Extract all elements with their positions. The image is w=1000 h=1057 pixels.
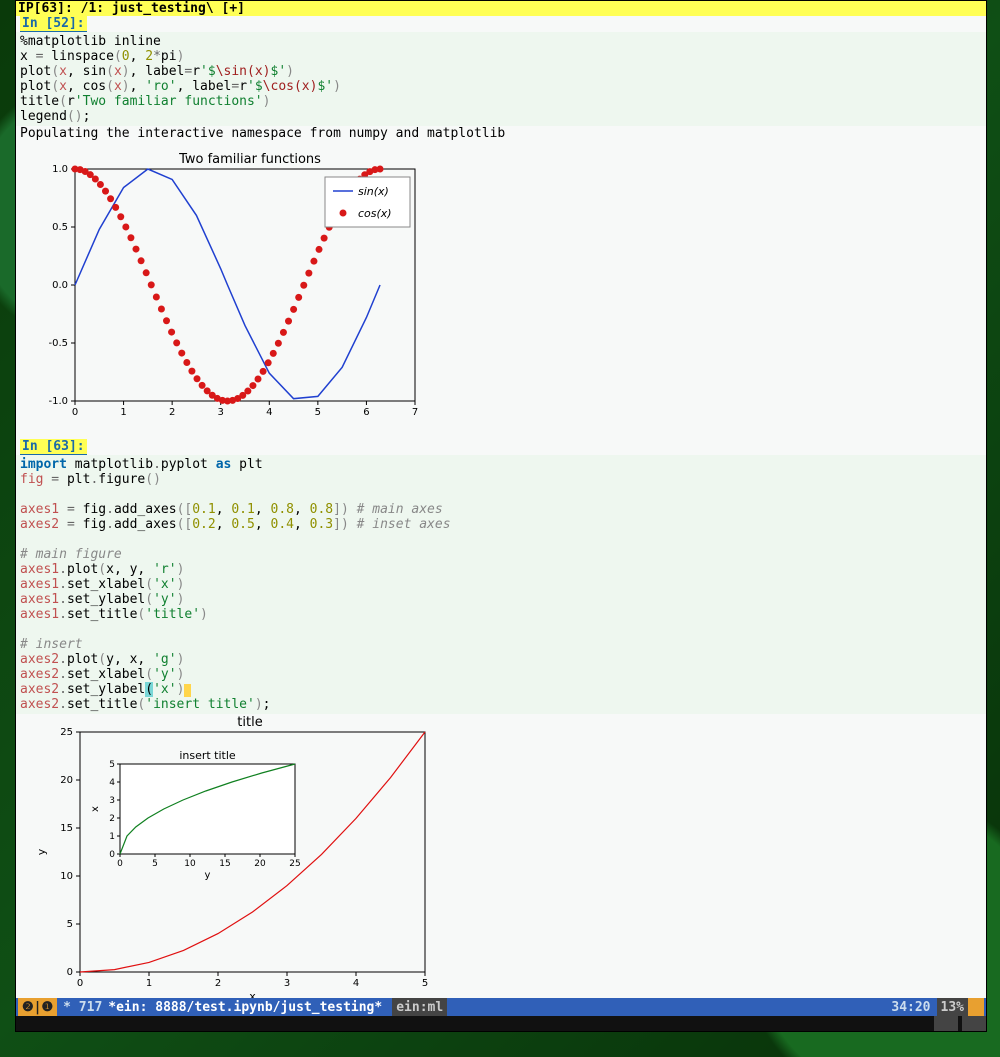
notebook-cell-2: In [63]: import matplotlib.pyplot as plt…: [16, 439, 986, 1007]
svg-text:25: 25: [60, 727, 73, 738]
svg-text:1: 1: [109, 832, 115, 842]
svg-text:20: 20: [254, 859, 266, 869]
svg-text:0: 0: [117, 859, 123, 869]
svg-text:1: 1: [146, 978, 152, 989]
modeline-end-cap: [968, 998, 984, 1016]
chart1-title: Two familiar functions: [178, 152, 321, 167]
text-cursor: [184, 684, 191, 697]
svg-text:5: 5: [422, 978, 428, 989]
svg-text:3: 3: [218, 407, 224, 418]
svg-text:-1.0: -1.0: [48, 396, 68, 407]
svg-text:5: 5: [109, 760, 115, 770]
modeline-cursor-pos: 34:20: [885, 1000, 936, 1015]
svg-text:6: 6: [363, 407, 369, 418]
notebook-cell-1: In [52]: %matplotlib inline x = linspace…: [16, 16, 986, 429]
svg-text:x: x: [90, 806, 101, 812]
svg-text:cos(x): cos(x): [358, 207, 392, 220]
svg-text:10: 10: [60, 871, 73, 882]
svg-text:15: 15: [60, 823, 73, 834]
svg-text:0: 0: [72, 407, 78, 418]
svg-text:7: 7: [412, 407, 418, 418]
svg-text:10: 10: [184, 859, 196, 869]
svg-text:25: 25: [289, 859, 300, 869]
stdout-1: Populating the interactive namespace fro…: [16, 126, 986, 141]
modeline-badge: ❷|❶: [18, 998, 57, 1016]
svg-text:3: 3: [284, 978, 290, 989]
svg-text:insert title: insert title: [179, 749, 236, 762]
svg-text:0.0: 0.0: [52, 280, 68, 291]
svg-text:20: 20: [60, 775, 73, 786]
svg-text:0: 0: [67, 967, 73, 978]
modeline: ❷|❶ * 717 *ein: 8888/test.ipynb/just_tes…: [16, 998, 986, 1016]
in-prompt-1: In [52]:: [20, 16, 87, 32]
svg-text:5: 5: [67, 919, 73, 930]
minibuffer-indicator-1: [934, 1016, 958, 1031]
svg-text:0: 0: [77, 978, 83, 989]
code-block-1[interactable]: %matplotlib inline x = linspace(0, 2*pi)…: [16, 32, 986, 126]
svg-text:4: 4: [109, 778, 115, 788]
modeline-modified: * 717: [57, 1000, 108, 1015]
svg-text:1: 1: [120, 407, 126, 418]
svg-text:5: 5: [152, 859, 158, 869]
in-prompt-2: In [63]:: [20, 439, 87, 455]
chart-two-familiar-functions: Two familiar functions 0 1 2 3 4 5 6 7 -1.0 -0.5 0…: [20, 149, 420, 421]
minibuffer-indicator-2: [962, 1016, 986, 1031]
editor-frame: IP[63]: /1: just_testing\ [+] In [52]: %…: [15, 0, 987, 1032]
tab-bar[interactable]: IP[63]: /1: just_testing\ [+]: [16, 1, 986, 16]
svg-text:3: 3: [109, 796, 115, 806]
paren-match-open: (: [145, 682, 153, 697]
svg-text:-0.5: -0.5: [48, 338, 68, 349]
svg-text:2: 2: [169, 407, 175, 418]
svg-text:4: 4: [353, 978, 359, 989]
minibuffer[interactable]: [16, 1016, 986, 1031]
modeline-mode: ein:ml: [392, 998, 447, 1016]
svg-text:y: y: [205, 870, 211, 881]
modeline-percent: 13%: [937, 998, 968, 1016]
svg-text:0.5: 0.5: [52, 222, 68, 233]
chart-title-with-inset: title 0123450510152025xy insert title051…: [20, 714, 440, 999]
svg-text:sin(x): sin(x): [358, 185, 389, 198]
svg-text:1.0: 1.0: [52, 164, 68, 175]
svg-text:y: y: [35, 848, 48, 855]
svg-text:2: 2: [109, 814, 115, 824]
chart2-title: title: [237, 715, 262, 730]
svg-text:15: 15: [219, 859, 230, 869]
svg-text:0: 0: [109, 850, 115, 860]
svg-text:4: 4: [266, 407, 272, 418]
svg-text:5: 5: [315, 407, 321, 418]
code-block-2[interactable]: import matplotlib.pyplot as plt fig = pl…: [16, 455, 986, 714]
svg-text:2: 2: [215, 978, 221, 989]
modeline-buffer-name: *ein: 8888/test.ipynb/just_testing*: [108, 1000, 382, 1015]
